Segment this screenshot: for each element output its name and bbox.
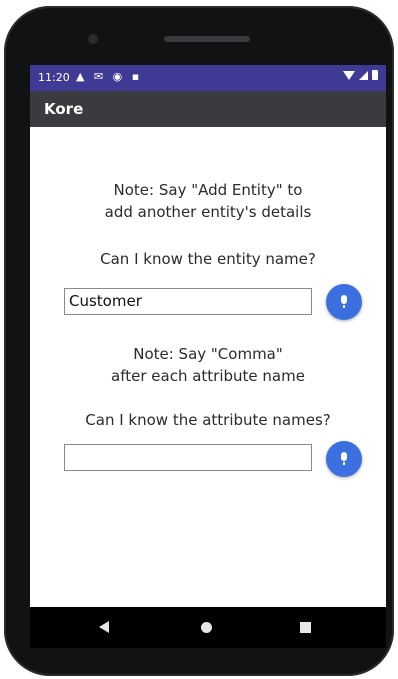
- attribute-note: Note: Say "Comma" after each attribute n…: [30, 343, 386, 387]
- attribute-note-line1: Note: Say "Comma": [133, 345, 283, 363]
- app-title: Kore: [44, 100, 84, 118]
- attribute-names-input[interactable]: [64, 444, 312, 471]
- microphone-icon: [339, 452, 349, 466]
- phone-frame: 11:20 ▲ ✉ ◉ ▪ Kore Note: Say "Add Entity…: [4, 6, 394, 676]
- entity-note-line2: add another entity's details: [104, 203, 312, 221]
- system-status-icons: [343, 70, 378, 80]
- wifi-icon: [343, 70, 355, 80]
- microphone-icon: [339, 295, 349, 309]
- recents-icon[interactable]: [300, 622, 311, 633]
- attribute-mic-button[interactable]: [326, 441, 362, 477]
- attribute-question: Can I know the attribute names?: [85, 411, 331, 429]
- front-camera: [88, 34, 98, 44]
- entity-note: Note: Say "Add Entity" to add another en…: [30, 179, 386, 223]
- earpiece-speaker: [164, 36, 250, 42]
- app-bar: Kore: [30, 91, 386, 127]
- main-content: Note: Say "Add Entity" to add another en…: [30, 127, 386, 607]
- signal-icon: [359, 70, 368, 80]
- entity-note-line1: Note: Say "Add Entity" to: [113, 181, 303, 199]
- battery-icon: [372, 70, 378, 80]
- entity-mic-button[interactable]: [326, 284, 362, 320]
- status-bar: 11:20 ▲ ✉ ◉ ▪: [30, 65, 386, 91]
- entity-name-input[interactable]: Customer: [64, 288, 312, 315]
- entity-question: Can I know the entity name?: [100, 250, 316, 268]
- navigation-bar: [30, 607, 386, 648]
- attribute-note-line2: after each attribute name: [111, 367, 305, 385]
- notification-icons: ▲ ✉ ◉ ▪: [76, 70, 143, 83]
- status-time: 11:20: [38, 71, 70, 84]
- phone-screen: 11:20 ▲ ✉ ◉ ▪ Kore Note: Say "Add Entity…: [30, 65, 386, 648]
- back-icon[interactable]: [99, 621, 109, 633]
- home-icon[interactable]: [201, 622, 212, 633]
